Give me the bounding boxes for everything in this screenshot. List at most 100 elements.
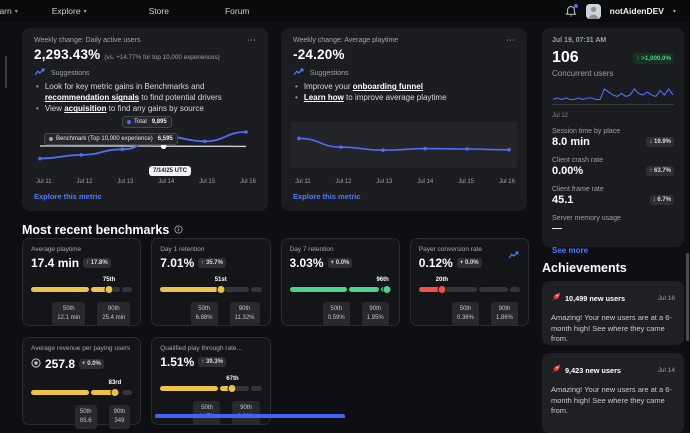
p50-chip: 50th1.17%	[193, 401, 220, 425]
p90-chip: 90th1.86%	[491, 302, 518, 326]
suggestion-bullet: •Improve your onboarding funnel	[295, 81, 515, 92]
chart-tooltip-total: Total9,895	[122, 116, 172, 128]
card-menu-button[interactable]: ⋯	[247, 37, 256, 43]
bullet-icon: •	[36, 81, 39, 103]
x-axis-labels: Jul 11Jul 12Jul 13Jul 14Jul 15Jul 16	[295, 179, 515, 185]
concurrent-users-label: Concurrent users	[552, 69, 674, 78]
avatar[interactable]	[586, 4, 601, 19]
suggestion-bullet: •Learn how to improve average playtime	[295, 92, 515, 103]
percentile-marker[interactable]	[437, 285, 446, 294]
right-scrollbar-thumb[interactable]	[686, 253, 689, 341]
percentile-marker[interactable]	[110, 388, 119, 397]
benchmark-change-badge: + 0.0%	[79, 359, 104, 369]
percentile-label: 83rd	[109, 380, 122, 386]
achievement-date: Jul 16	[658, 295, 675, 302]
benchmark-title: Payer conversion rate	[419, 246, 520, 253]
percentile-slider[interactable]: 51st	[160, 287, 261, 293]
percentile-slider[interactable]: 96th	[290, 287, 391, 293]
p90-chip: 90th11.32%	[230, 302, 260, 326]
explore-metric-link[interactable]: Explore this metric	[34, 192, 102, 201]
p50-chip: 50th85.6	[75, 405, 97, 429]
x-axis-label: Jul 16	[240, 179, 256, 185]
percentile-slider[interactable]: 83rd	[31, 390, 132, 396]
p90-chip: 90th1.95%	[362, 302, 389, 326]
metric-label: Client crash rate	[552, 157, 674, 164]
dau-benchmark-note: (vs. +14.77% for top 10,000 experiences)	[104, 54, 219, 61]
playtime-line-chart[interactable]	[291, 122, 517, 172]
percentile-marker[interactable]	[105, 285, 114, 294]
benchmark-value: 17.4 min	[31, 256, 79, 270]
p90-chip: 90th25.4 min	[97, 302, 130, 326]
achievement-title: 9,423 new users	[565, 366, 621, 375]
metric-change-badge: ↑ 63.7%	[646, 166, 674, 176]
suggestion-link[interactable]: Learn how	[304, 93, 344, 102]
username[interactable]: notAidenDEV	[610, 6, 664, 16]
weekly-change-dau-card: Weekly change: Daily active users ⋯ 2,29…	[22, 28, 268, 211]
p50-chip: 50th6.88%	[191, 302, 218, 326]
benchmark-title: Qualified play through rate...	[160, 345, 261, 352]
see-more-link[interactable]: See more	[552, 246, 674, 255]
suggestions-label: Suggestions	[51, 70, 90, 77]
benchmark-change-badge: ↑ 17.8%	[83, 258, 111, 268]
card-menu-button[interactable]: ⋯	[506, 37, 515, 43]
percentile-marker[interactable]	[382, 285, 391, 294]
metric-label: Client frame rate	[552, 186, 674, 193]
top-navigation-bar: Learn ▾ Explore ▾ Store Forum notAidenDE…	[0, 0, 690, 22]
benchmark-card: Day 7 retention 3.03% + 0.0% 96th 50th0.…	[281, 238, 400, 326]
benchmark-change-badge: ↑ 39.3%	[198, 357, 226, 367]
benchmark-title: Day 1 retention	[160, 246, 261, 253]
chart-tooltip-date: 7/14/25 UTC	[149, 166, 191, 176]
info-icon[interactable]	[174, 221, 183, 239]
bullet-icon: •	[295, 81, 298, 92]
notifications-bell-icon[interactable]	[565, 5, 577, 18]
dau-change-value: 2,293.43%	[34, 47, 100, 62]
sparkline-axis-label: Jul 12	[552, 113, 674, 119]
benchmark-card: Average revenue per paying users 257.8 +…	[22, 337, 141, 425]
suggestions-list: •Look for key metric gains in Benchmarks…	[22, 78, 268, 115]
stats-timestamp: Jul 19, 07:31 AM	[552, 37, 674, 44]
benchmark-card: Payer conversion rate 0.12% + 0.0% 20th …	[410, 238, 529, 326]
metric-value: 45.1	[552, 194, 573, 206]
metric-label: Session time by place	[552, 128, 674, 135]
nav-label: Forum	[225, 6, 250, 16]
suggestions-icon	[34, 68, 46, 78]
benchmark-change-badge: ↑ 35.7%	[198, 258, 226, 268]
nav-item-explore[interactable]: Explore ▾	[52, 6, 87, 16]
nav-item-learn[interactable]: Learn ▾	[0, 6, 18, 16]
benchmark-card: Qualified play through rate... 1.51% ↑ 3…	[151, 337, 270, 425]
x-axis-label: Jul 16	[499, 179, 515, 185]
weekly-change-playtime-card: Weekly change: Average playtime ⋯ -24.20…	[281, 28, 527, 211]
robux-icon	[31, 355, 41, 373]
suggestions-icon	[293, 68, 305, 78]
benchmarks-heading: Most recent benchmarks	[22, 223, 169, 237]
percentile-marker[interactable]	[228, 384, 237, 393]
nav-item-forum[interactable]: Forum	[225, 6, 250, 16]
x-axis-label: Jul 12	[335, 179, 351, 185]
suggestion-link[interactable]: onboarding funnel	[353, 82, 423, 91]
benchmarks-grid: Average playtime 17.4 min ↑ 17.8% 75th 5…	[22, 238, 529, 425]
percentile-slider[interactable]: 75th	[31, 287, 132, 293]
benchmark-change-badge: + 0.0%	[457, 258, 482, 268]
x-axis-label: Jul 13	[376, 179, 392, 185]
percentile-label: 51st	[215, 277, 227, 283]
explore-metric-link[interactable]: Explore this metric	[293, 192, 361, 201]
series-dot-icon	[49, 137, 53, 141]
percentile-slider[interactable]: 20th	[419, 287, 520, 293]
concurrent-users-sparkline[interactable]	[552, 83, 674, 107]
benchmark-value: 7.01%	[160, 256, 194, 270]
metric-change-badge: ↓ 19.9%	[646, 137, 674, 147]
account-chevron-down-icon[interactable]: ▾	[673, 8, 676, 15]
x-axis-label: Jul 14	[417, 179, 433, 185]
percentile-label: 67th	[226, 376, 238, 382]
percentile-label: 75th	[103, 277, 115, 283]
achievement-title: 10,499 new users	[565, 294, 625, 303]
suggestions-icon[interactable]	[508, 246, 520, 264]
p90-chip: 90th349	[109, 405, 131, 429]
percentile-marker[interactable]	[216, 285, 225, 294]
percentile-slider[interactable]: 67th	[160, 386, 261, 392]
achievement-card: 10,499 new users Jul 16 Amazing! Your ne…	[542, 281, 684, 345]
top-nav-links: Learn ▾ Explore ▾ Store Forum	[0, 6, 250, 16]
nav-item-store[interactable]: Store	[149, 6, 169, 16]
left-scrollbar-thumb[interactable]	[5, 56, 7, 88]
suggestion-link[interactable]: recommendation signals	[45, 93, 139, 102]
